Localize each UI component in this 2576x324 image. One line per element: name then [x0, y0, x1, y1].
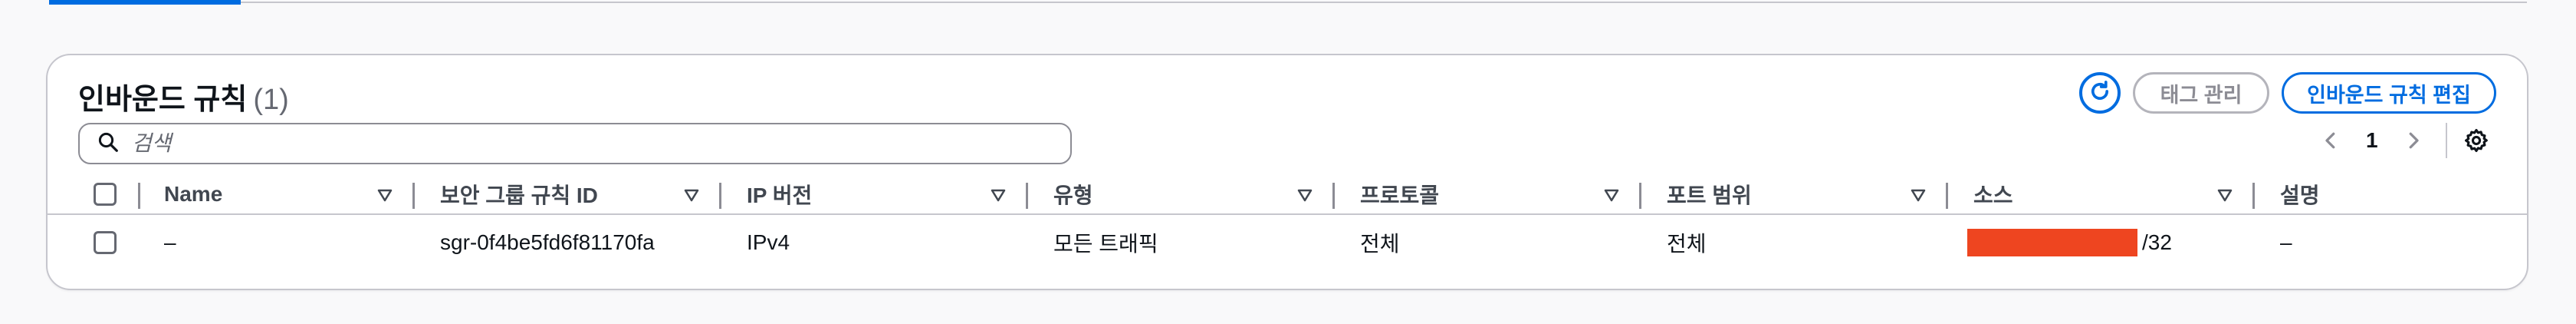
- column-divider[interactable]: [2252, 183, 2255, 209]
- page-number[interactable]: 1: [2366, 128, 2378, 153]
- pager-divider: [2445, 123, 2447, 158]
- cell-protocol: 전체: [1360, 232, 1400, 256]
- column-divider[interactable]: [1026, 183, 1028, 209]
- column-divider[interactable]: [1332, 183, 1335, 209]
- redacted-ip-block: [1967, 229, 2137, 256]
- column-header-type[interactable]: 유형: [1053, 175, 1093, 213]
- table-row[interactable]: – sgr-0f4be5fd6f81170fa IPv4 모든 트래픽 전체 전…: [48, 218, 2527, 267]
- edit-inbound-rules-button[interactable]: 인바운드 규칙 편집: [2282, 72, 2496, 114]
- select-all-checkbox[interactable]: [94, 183, 117, 206]
- pagination: 1: [2315, 121, 2492, 160]
- column-divider[interactable]: [138, 183, 140, 209]
- cell-name: –: [164, 230, 176, 254]
- column-header-description[interactable]: 설명: [2280, 175, 2320, 213]
- row-checkbox[interactable]: [94, 231, 117, 254]
- cell-rule-id: sgr-0f4be5fd6f81170fa: [440, 230, 655, 254]
- sort-icon[interactable]: [376, 186, 394, 204]
- refresh-button[interactable]: [2079, 72, 2121, 114]
- active-tab-indicator: [49, 0, 241, 5]
- panel-title: 인바운드 규칙 (1): [78, 75, 289, 117]
- sort-icon[interactable]: [1296, 186, 1314, 204]
- cell-source-suffix: /32: [2142, 230, 2172, 254]
- column-header-name[interactable]: Name: [164, 175, 222, 213]
- gear-icon[interactable]: [2461, 125, 2492, 156]
- chevron-left-icon[interactable]: [2315, 125, 2346, 156]
- panel-title-text: 인바운드 규칙: [78, 84, 248, 116]
- cell-description: –: [2280, 230, 2292, 254]
- column-header-source[interactable]: 소스: [1973, 175, 2013, 213]
- sort-icon[interactable]: [989, 186, 1007, 204]
- tab-underline: [49, 0, 2527, 5]
- sort-icon[interactable]: [1602, 186, 1621, 204]
- search-icon: [97, 131, 120, 157]
- column-header-rule-id[interactable]: 보안 그룹 규칙 ID: [440, 175, 598, 213]
- manage-tags-button[interactable]: 태그 관리: [2133, 72, 2269, 114]
- column-header-ip-version[interactable]: IP 버전: [747, 175, 812, 213]
- sort-icon[interactable]: [682, 186, 701, 204]
- search-input[interactable]: [130, 131, 974, 157]
- cell-source: /32: [1967, 218, 2172, 267]
- column-header-port-range[interactable]: 포트 범위: [1667, 175, 1752, 213]
- inbound-rules-panel: 인바운드 규칙(1) 태그 관리 인바운드 규칙 편집 1: [46, 54, 2528, 290]
- cell-type: 모든 트래픽: [1053, 232, 1158, 256]
- column-divider[interactable]: [1946, 183, 1948, 209]
- column-divider[interactable]: [719, 183, 721, 209]
- sort-icon[interactable]: [1909, 186, 1927, 204]
- cell-ip-version: IPv4: [747, 230, 790, 254]
- row-checkbox-cell: [94, 218, 117, 267]
- table-header: Name 보안 그룹 규칙 ID IP 버전 유형 프로토콜 포트 범위 소스 …: [48, 175, 2527, 215]
- column-divider[interactable]: [1639, 183, 1641, 209]
- search-box[interactable]: [78, 123, 1072, 164]
- chevron-right-icon[interactable]: [2398, 125, 2429, 156]
- select-all-checkbox-cell: [94, 175, 117, 213]
- cell-port-range: 전체: [1667, 232, 1707, 256]
- sort-icon[interactable]: [2216, 186, 2234, 204]
- column-divider[interactable]: [412, 183, 415, 209]
- column-header-protocol[interactable]: 프로토콜: [1360, 175, 1439, 213]
- refresh-icon: [2087, 78, 2113, 108]
- rule-count: (1): [253, 84, 289, 116]
